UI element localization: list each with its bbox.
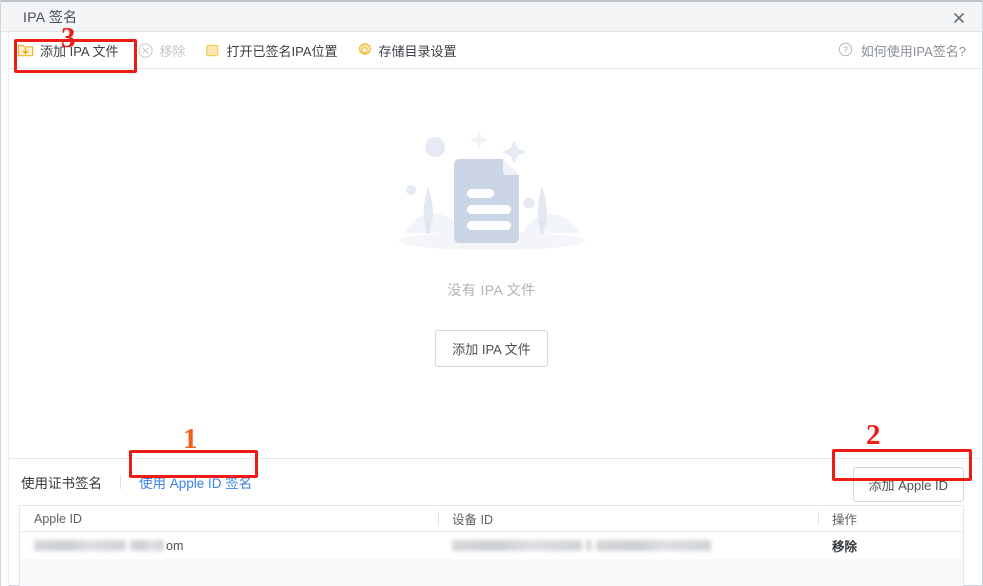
toolbar-item-label: 存储目录设置 — [378, 43, 457, 59]
tab-use-apple-id-sign[interactable]: 使用 Apple ID 签名 — [137, 472, 254, 492]
folder-download-icon — [17, 42, 34, 59]
question-circle-icon: ? — [838, 42, 855, 59]
redacted-text — [130, 540, 164, 551]
cell-empty — [20, 559, 438, 586]
signing-tabs: 使用证书签名 使用 Apple ID 签名 添加 Apple ID — [19, 459, 964, 505]
ipa-signing-window: IPA 签名 添加 IPA 文件 移除 打开已签名IPA位置 存储目录设置 ? … — [0, 0, 983, 586]
window-title: IPA 签名 — [23, 8, 78, 25]
toolbar-remove: 移除 — [137, 41, 186, 60]
remove-circle-icon — [137, 42, 154, 59]
svg-text:?: ? — [843, 45, 848, 54]
cell-action: 移除 — [818, 532, 963, 559]
apple-id-suffix: om — [166, 538, 184, 553]
redacted-text — [596, 540, 711, 551]
window-left-edge — [1, 32, 9, 586]
apple-id-table: Apple ID 设备 ID 操作 om 移除 — [19, 505, 964, 586]
add-ipa-file-button[interactable]: 添加 IPA 文件 — [435, 330, 548, 367]
add-apple-id-button[interactable]: 添加 Apple ID — [852, 467, 964, 502]
column-header-action: 操作 — [818, 506, 963, 531]
table-row[interactable]: om 移除 — [20, 532, 963, 559]
redacted-text — [452, 540, 582, 551]
signing-method-panel: 使用证书签名 使用 Apple ID 签名 添加 Apple ID Apple … — [1, 459, 982, 586]
toolbar-item-label: 添加 IPA 文件 — [40, 43, 119, 59]
cell-device-id — [438, 532, 818, 559]
table-row-empty — [20, 559, 963, 586]
toolbar-open-signed-ipa-location[interactable]: 打开已签名IPA位置 — [204, 41, 338, 60]
cell-apple-id: om — [20, 532, 438, 559]
remove-row-link[interactable]: 移除 — [832, 536, 857, 555]
folder-icon — [204, 42, 221, 59]
cell-empty — [818, 559, 963, 586]
cell-empty — [438, 559, 818, 586]
column-header-device-id: 设备 ID — [438, 506, 818, 531]
toolbar-item-label: 移除 — [159, 43, 186, 59]
title-bar: IPA 签名 — [1, 0, 982, 32]
toolbar-add-ipa-file[interactable]: 添加 IPA 文件 — [17, 41, 119, 60]
tab-divider — [120, 475, 121, 489]
redacted-text — [34, 540, 126, 551]
close-icon[interactable] — [936, 2, 982, 33]
ipa-file-list-empty-area: 没有 IPA 文件 添加 IPA 文件 — [1, 69, 982, 459]
toolbar-help-link[interactable]: ? 如何使用IPA签名? — [838, 41, 966, 60]
column-header-apple-id: Apple ID — [34, 511, 82, 526]
table-header-row: Apple ID 设备 ID 操作 — [20, 506, 963, 532]
document-empty-state-illustration — [387, 115, 597, 263]
redacted-text — [586, 540, 592, 551]
tab-use-certificate-sign[interactable]: 使用证书签名 — [19, 472, 104, 492]
toolbar-storage-directory-settings[interactable]: 存储目录设置 — [356, 41, 457, 60]
toolbar: 添加 IPA 文件 移除 打开已签名IPA位置 存储目录设置 ? 如何使用IPA… — [1, 32, 982, 69]
gear-icon — [356, 42, 373, 59]
toolbar-item-label: 打开已签名IPA位置 — [226, 43, 338, 59]
empty-state-text: 没有 IPA 文件 — [447, 282, 536, 298]
toolbar-help-label: 如何使用IPA签名? — [860, 43, 966, 59]
